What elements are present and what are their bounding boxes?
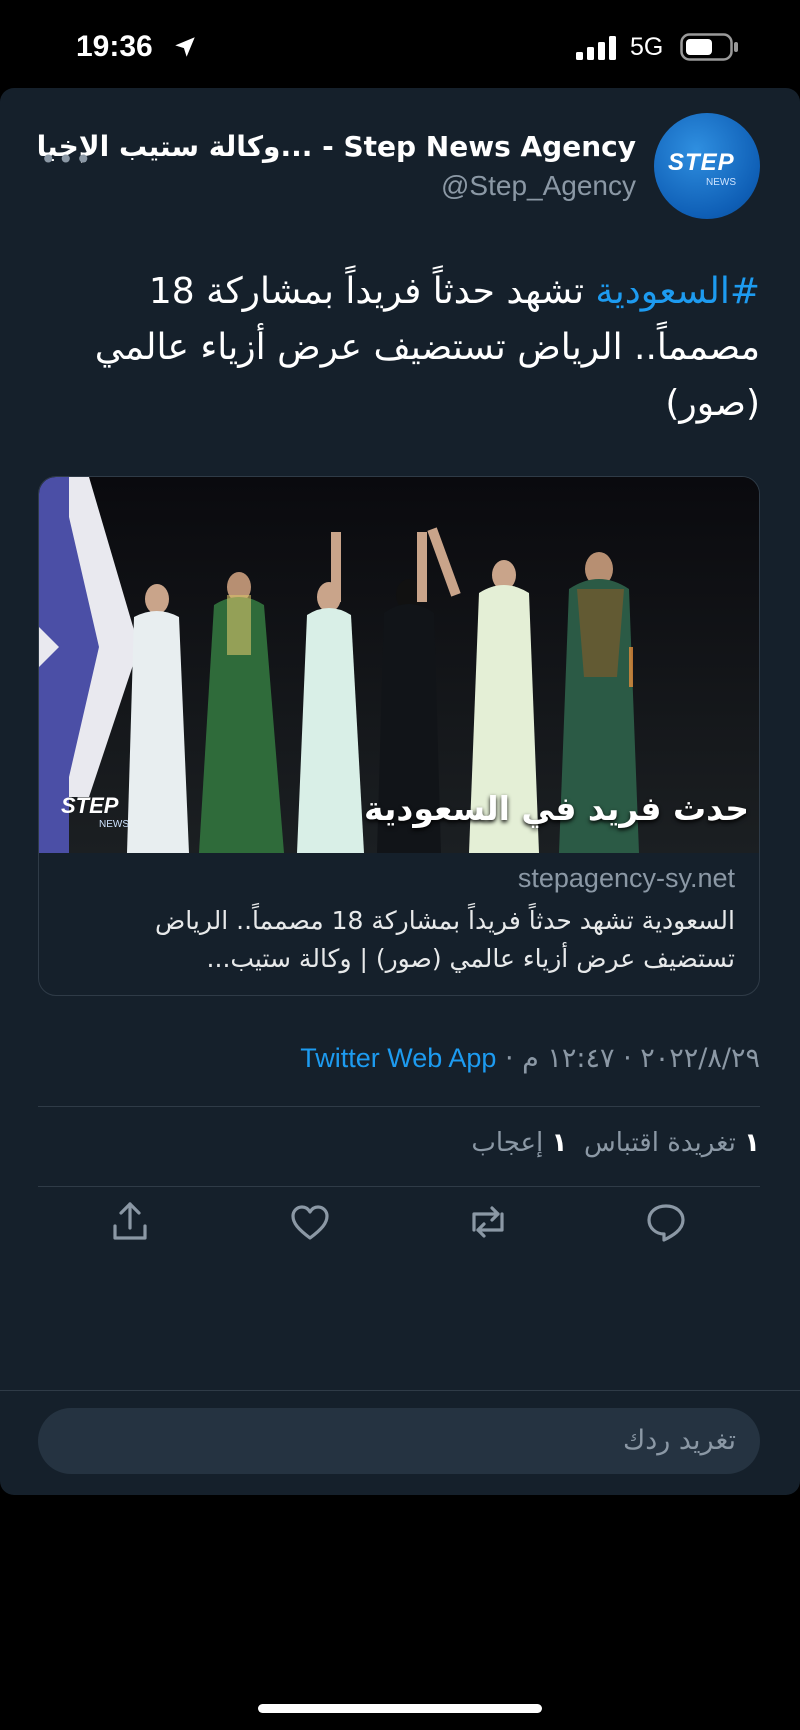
battery-icon <box>680 33 740 65</box>
divider <box>38 1186 760 1187</box>
meta-separator: · <box>614 1043 641 1074</box>
link-description: السعودية تشهد حدثاً فريداً بمشاركة 18 مص… <box>155 906 735 973</box>
tweet-card: STEP NEWS وكالة ستيب الإخبا... - Step Ne… <box>0 88 800 1495</box>
reply-icon[interactable] <box>642 1198 690 1246</box>
retweet-icon[interactable] <box>464 1198 512 1246</box>
tweet-source[interactable]: Twitter Web App <box>300 1043 496 1073</box>
meta-separator: · <box>496 1043 523 1074</box>
divider <box>38 1106 760 1107</box>
link-preview-card[interactable]: حدث فريد في السعودية STEP NEWS stepagenc… <box>38 476 760 996</box>
tweet-text: #السعودية تشهد حدثاً فريداً بمشاركة 18 م… <box>40 264 760 432</box>
link-preview-image: حدث فريد في السعودية STEP NEWS <box>39 477 759 853</box>
reply-placeholder: تغريد ردك <box>622 1425 736 1456</box>
quote-label[interactable]: تغريدة اقتباس <box>584 1128 736 1158</box>
image-logo: STEP <box>61 793 119 818</box>
signal-bars-icon <box>576 36 620 64</box>
network-type: 5G <box>630 33 664 61</box>
status-time: 19:36 <box>76 30 153 63</box>
user-handle[interactable]: @Step_Agency <box>441 170 636 202</box>
reply-input[interactable]: تغريد ردك <box>38 1408 760 1474</box>
tweet-actions <box>0 1198 800 1258</box>
home-indicator[interactable] <box>258 1704 542 1713</box>
image-caption: حدث فريد في السعودية <box>364 789 749 828</box>
status-bar: 19:36 5G <box>0 0 800 90</box>
image-logo-subtext: NEWS <box>99 819 129 830</box>
like-icon[interactable] <box>286 1198 334 1246</box>
tweet-date: ٢٠٢٢/٨/٢٩ <box>640 1043 760 1074</box>
quote-count[interactable]: ١ <box>744 1128 760 1158</box>
tweet-stats: ١ تغريدة اقتباس ١ إعجاب <box>471 1128 760 1158</box>
avatar-logo-text: STEP <box>668 149 735 176</box>
display-name[interactable]: وكالة ستيب الإخبا... - Step News Agency <box>37 130 636 163</box>
tweet-time: ١٢:٤٧ م <box>522 1043 615 1074</box>
hashtag-link[interactable]: #السعودية <box>595 271 760 312</box>
location-arrow-icon <box>172 34 198 64</box>
avatar-logo-subtext: NEWS <box>706 177 736 188</box>
link-domain: stepagency-sy.net <box>517 863 735 893</box>
likes-count[interactable]: ١ <box>552 1128 568 1158</box>
likes-label[interactable]: إعجاب <box>471 1128 543 1158</box>
reply-divider <box>0 1390 800 1391</box>
avatar[interactable]: STEP NEWS <box>654 113 760 219</box>
more-options-icon[interactable]: ••• <box>40 143 93 176</box>
share-icon[interactable] <box>106 1198 154 1246</box>
tweet-meta: ٢٠٢٢/٨/٢٩ · ١٢:٤٧ م · Twitter Web App <box>300 1043 760 1074</box>
